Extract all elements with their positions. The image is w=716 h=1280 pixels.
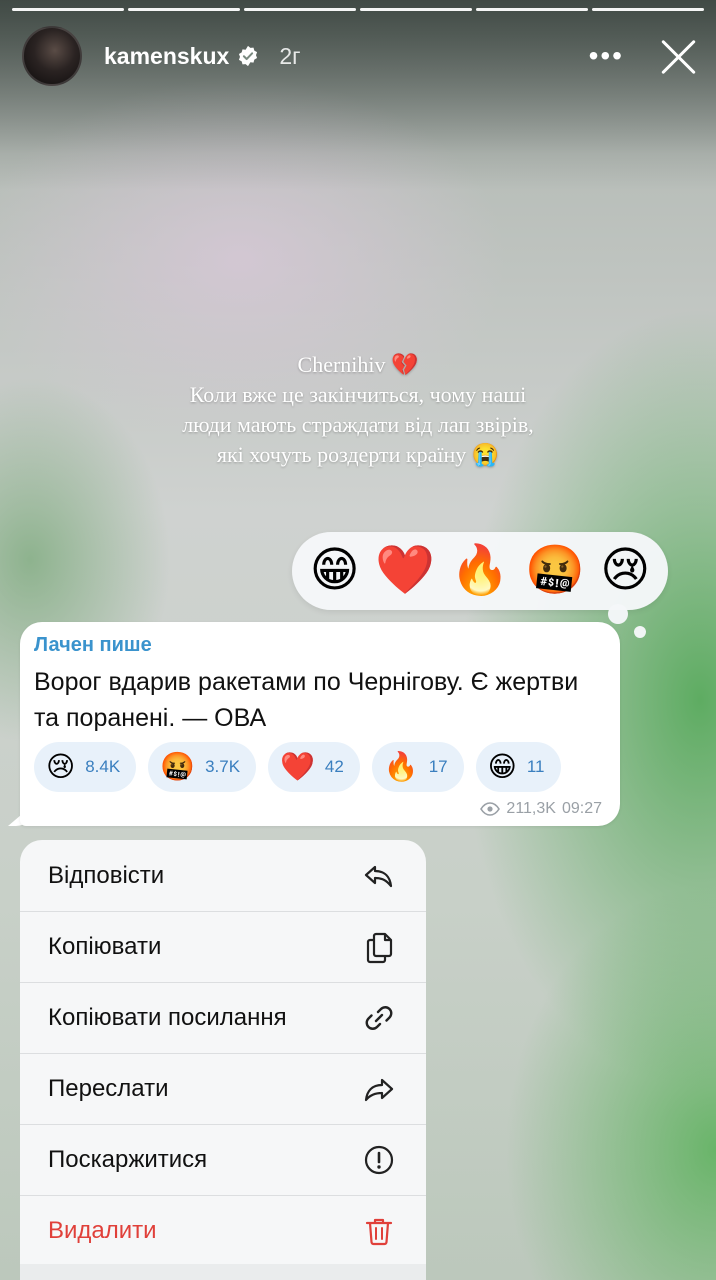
- view-count: 211,3K: [506, 800, 556, 817]
- chip-emoji: 🔥: [383, 751, 419, 782]
- message-bubble[interactable]: Лачен пише Ворог вдарив ракетами по Черн…: [20, 622, 620, 826]
- reaction-chip[interactable]: 🔥 17: [371, 742, 464, 792]
- menu-label: Копіювати посилання: [48, 1003, 287, 1031]
- report-icon: [364, 1145, 394, 1174]
- menu-copy[interactable]: Копіювати: [20, 911, 426, 982]
- avatar[interactable]: [22, 26, 82, 86]
- menu-label: Поскаржитися: [48, 1145, 208, 1173]
- menu-footer-strip: [20, 1264, 426, 1280]
- reaction-grin[interactable]: 😁: [310, 547, 360, 595]
- reaction-angry[interactable]: 🤬: [525, 547, 585, 595]
- reaction-chip[interactable]: 😁 11: [475, 742, 561, 792]
- reaction-cry[interactable]: 😢: [600, 547, 650, 595]
- forward-icon: [364, 1078, 394, 1101]
- progress-segment: [476, 8, 588, 11]
- menu-forward[interactable]: Переслати: [20, 1053, 426, 1124]
- chip-count: 11: [526, 757, 545, 776]
- reaction-chips: 😢 8.4K 🤬 3.7K ❤️ 42 🔥 17 😁 11: [34, 742, 561, 792]
- menu-copy-link[interactable]: Копіювати посилання: [20, 982, 426, 1053]
- chip-count: 8.4K: [85, 757, 121, 776]
- progress-segment: [244, 8, 356, 11]
- caption-line: Коли вже це закінчиться, чому наші: [189, 382, 527, 407]
- copy-icon: [366, 932, 393, 963]
- reaction-chip[interactable]: ❤️ 42: [268, 742, 360, 792]
- story-progress: [12, 8, 704, 11]
- context-menu: Відповісти Копіювати Копіювати посилання…: [20, 840, 426, 1280]
- reaction-chip[interactable]: 🤬 3.7K: [148, 742, 257, 792]
- picker-tail-dot: [608, 604, 628, 624]
- menu-label: Переслати: [48, 1074, 169, 1102]
- chip-emoji: ❤️: [280, 751, 315, 782]
- chip-emoji: 😢: [46, 751, 76, 782]
- caption-line: люди мають страждати від лап звірів,: [182, 412, 534, 437]
- menu-reply[interactable]: Відповісти: [20, 840, 426, 911]
- chip-emoji: 😁: [487, 751, 517, 782]
- link-icon: [365, 1005, 393, 1030]
- more-options-icon[interactable]: •••: [589, 42, 624, 70]
- menu-delete[interactable]: Видалити: [20, 1195, 426, 1266]
- chip-count: 3.7K: [205, 757, 241, 776]
- username[interactable]: kamenskux: [104, 43, 229, 70]
- message-meta: 211,3K 09:27: [480, 800, 602, 818]
- reaction-picker: 😁 ❤️ 🔥 🤬 😢: [292, 532, 668, 610]
- menu-label: Видалити: [48, 1216, 157, 1244]
- reply-icon: [364, 865, 393, 887]
- sender-name[interactable]: Лачен пише: [34, 634, 152, 657]
- trash-icon: [365, 1218, 393, 1245]
- menu-label: Відповісти: [48, 861, 165, 889]
- story-header: kamenskux 2г •••: [22, 24, 698, 88]
- story-caption: Chernihiv 💔 Коли вже це закінчиться, чом…: [0, 350, 716, 470]
- caption-line: які хочуть роздерти країну 😭: [216, 442, 500, 467]
- menu-label: Копіювати: [48, 932, 162, 960]
- caption-line: Chernihiv 💔: [297, 352, 419, 377]
- close-icon[interactable]: [658, 36, 698, 76]
- eye-icon: [480, 802, 501, 816]
- post-time: 2г: [279, 42, 301, 69]
- chip-count: 42: [324, 757, 344, 776]
- progress-segment: [128, 8, 240, 11]
- menu-report[interactable]: Поскаржитися: [20, 1124, 426, 1195]
- message-time: 09:27: [561, 800, 602, 817]
- message-text: Ворог вдарив ракетами по Чернігову. Є же…: [34, 668, 579, 732]
- progress-segment: [12, 8, 124, 11]
- progress-segment: [592, 8, 704, 11]
- picker-tail-dot: [634, 626, 646, 638]
- chip-emoji: 🤬: [160, 751, 196, 782]
- reaction-fire[interactable]: 🔥: [450, 547, 510, 595]
- reaction-chip[interactable]: 😢 8.4K: [34, 742, 137, 792]
- verified-badge-icon: [239, 45, 258, 67]
- reaction-heart[interactable]: ❤️: [375, 547, 435, 595]
- chip-count: 17: [428, 757, 448, 776]
- progress-segment: [360, 8, 472, 11]
